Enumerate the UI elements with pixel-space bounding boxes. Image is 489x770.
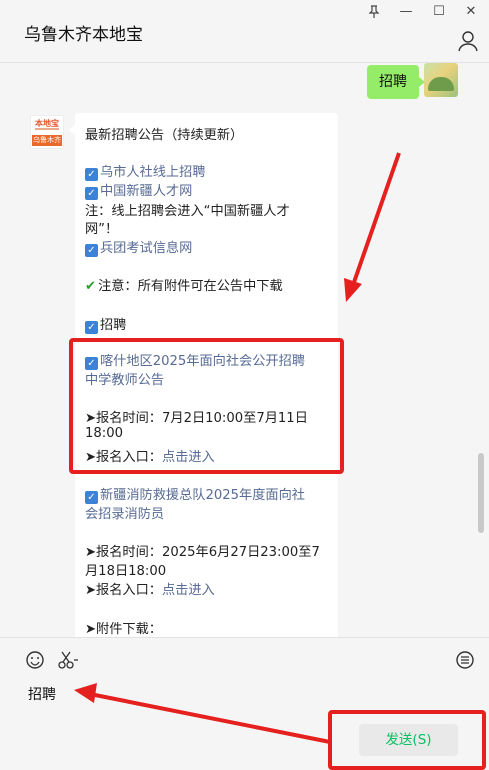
annotation-arrows — [74, 152, 401, 744]
arrow-down-left — [344, 152, 401, 302]
arrow-left — [74, 683, 331, 744]
